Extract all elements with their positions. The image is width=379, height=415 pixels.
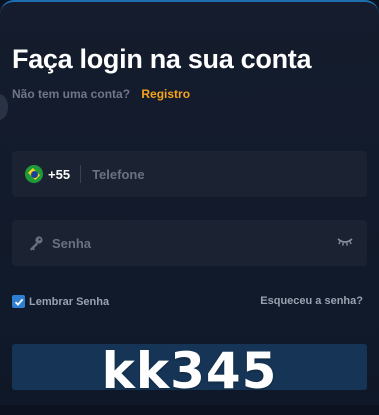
eye-closed-icon[interactable] (337, 237, 353, 247)
forgot-password-link[interactable]: Esqueceu a senha? (260, 295, 363, 307)
remember-label: Lembrar Senha (29, 295, 110, 308)
remember-checkbox[interactable] (12, 295, 25, 308)
no-account-text: Não tem uma conta? (12, 87, 131, 101)
country-code[interactable]: +55 (48, 167, 70, 182)
register-prompt: Não tem uma conta? Registro (12, 87, 190, 101)
side-handle (0, 94, 8, 120)
phone-input[interactable] (92, 166, 313, 182)
field-divider (80, 165, 82, 183)
brazil-flag-icon (25, 165, 43, 183)
watermark-text: kk345 (101, 342, 278, 400)
check-icon (14, 298, 23, 306)
key-icon (30, 236, 43, 251)
remember-password[interactable]: Lembrar Senha (12, 295, 109, 308)
phone-field[interactable]: +55 (12, 151, 367, 197)
page-title: Faça login na sua conta (12, 44, 312, 74)
login-panel: Faça login na sua conta Não tem uma cont… (0, 0, 379, 415)
bottom-strip (0, 405, 379, 415)
password-input[interactable] (52, 235, 272, 251)
password-field[interactable] (12, 220, 367, 266)
register-link[interactable]: Registro (141, 87, 190, 101)
